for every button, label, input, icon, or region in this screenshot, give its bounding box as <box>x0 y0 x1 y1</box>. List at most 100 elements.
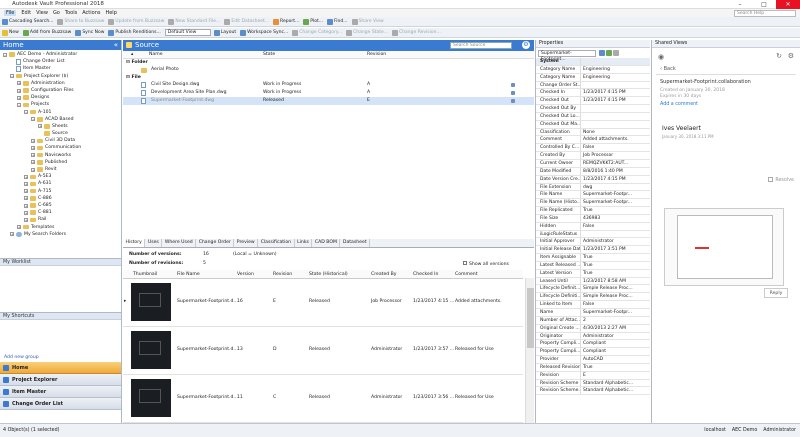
col-created-by[interactable]: Created By <box>371 270 397 279</box>
property-row[interactable]: Released Revision True <box>536 363 650 372</box>
collapse-node-icon[interactable]: − <box>31 117 35 122</box>
edit-datasheet-button[interactable]: Edit Datasheet... <box>224 18 269 25</box>
history-row[interactable]: Supermarket-Footprint.d... 13 D Released Adm… <box>123 327 523 375</box>
properties-options-icon[interactable] <box>613 50 619 56</box>
expand-node-icon[interactable]: + <box>38 124 42 129</box>
col-thumbnail[interactable]: Thumbnail <box>133 270 157 279</box>
property-row[interactable]: Number of Attac... 2 <box>536 316 650 325</box>
property-row[interactable]: Leased Until 1/23/2017 8:58 AM <box>536 277 650 286</box>
tree-item-aec-demo-administrator[interactable]: − AEC Demo - Administrator <box>0 51 121 58</box>
tree-item-item-master[interactable]: Item Master <box>0 65 121 72</box>
source-search-input[interactable]: Search Source <box>450 42 512 49</box>
collapse-node-icon[interactable]: − <box>24 110 28 115</box>
collapse-node-icon[interactable]: − <box>3 52 7 57</box>
col-version[interactable]: Version <box>237 270 254 279</box>
history-scrollbar[interactable] <box>525 278 534 423</box>
find-button[interactable]: Find... <box>327 18 348 25</box>
expand-node-icon[interactable]: + <box>17 95 21 100</box>
nav-project-explorer[interactable]: Project Explorer <box>0 374 121 386</box>
shared-view-file[interactable]: Supermarket-Footprint.collaboration <box>660 79 792 85</box>
edit-properties-icon[interactable] <box>599 50 605 56</box>
tab-preview[interactable]: Preview <box>234 239 259 247</box>
property-row[interactable]: File Name (Histo... Supermarket-Footpr... <box>536 199 650 208</box>
property-row[interactable]: Comment Added attachments. <box>536 136 650 145</box>
expand-node-icon[interactable]: + <box>17 88 21 93</box>
property-row[interactable]: Initial Approver Administrator <box>536 238 650 247</box>
property-row[interactable]: Latest Released ... True <box>536 261 650 270</box>
tree-item-acad-based[interactable]: − ACAD Based <box>0 116 121 123</box>
reply-button[interactable]: Reply <box>764 288 788 298</box>
expand-node-icon[interactable]: + <box>31 146 35 151</box>
menu-view[interactable]: View <box>36 10 48 16</box>
tree-item-a-715[interactable]: + A-715 <box>0 188 121 195</box>
share-to-buzzsaw-button[interactable]: Share to Buzzsaw <box>57 18 104 25</box>
expand-node-icon[interactable]: + <box>31 167 35 172</box>
property-row[interactable]: Checked In 1/23/2017 4:15 PM <box>536 89 650 98</box>
tab-links[interactable]: Links <box>295 239 313 247</box>
property-row[interactable]: File Extension dwg <box>536 183 650 192</box>
menu-file[interactable]: File <box>4 10 17 16</box>
history-row[interactable]: Supermarket-Footprint.d... 16 E Released Job… <box>123 279 523 327</box>
tree-item-civil-3d-data[interactable]: + Civil 3D Data <box>0 137 121 144</box>
tree-item-navisworks[interactable]: + Navisworks <box>0 152 121 159</box>
tree-item-configuration-files[interactable]: + Configuration Files <box>0 87 121 94</box>
nav-change-order-list[interactable]: Change Order List <box>0 398 121 410</box>
property-row[interactable]: Controlled By C... False <box>536 144 650 153</box>
tree-item-templates[interactable]: + Templates <box>0 224 121 231</box>
menu-edit[interactable]: Edit <box>21 10 31 16</box>
property-row[interactable]: File Name Supermarket-Footpr... <box>536 191 650 200</box>
tab-datasheet[interactable]: Datasheet <box>340 239 371 247</box>
col-rev[interactable]: Revision <box>273 270 292 279</box>
property-row[interactable]: Name Supermarket-Footpr... <box>536 309 650 317</box>
expand-node-icon[interactable]: + <box>10 232 14 237</box>
property-row[interactable]: Date Version Cre... 1/23/2017 4:15 PM <box>536 175 650 184</box>
property-row[interactable]: Originator Administrator <box>536 332 650 341</box>
tree-item-published[interactable]: + Published <box>0 159 121 166</box>
search-help-input[interactable]: Search Help <box>734 10 796 17</box>
property-row[interactable]: Revision Scheme... Standard Alphabetic... <box>536 387 650 396</box>
nav-item-master[interactable]: Item Master <box>0 386 121 398</box>
resolve-checkbox[interactable] <box>768 177 774 182</box>
tree-item-revit[interactable]: + Revit <box>0 166 121 173</box>
expand-node-icon[interactable]: + <box>31 138 35 143</box>
properties-object-select[interactable]: Supermarket-Footprint... <box>538 49 596 62</box>
history-row[interactable]: Supermarket-Footprint.d... 11 C Released Adm… <box>123 375 523 423</box>
property-row[interactable]: File Replicated True <box>536 207 650 215</box>
menu-tools[interactable]: Tools <box>65 10 77 16</box>
collapse-node-icon[interactable]: − <box>10 74 14 79</box>
publish-renditions-button[interactable]: Publish Renditions... <box>108 29 161 36</box>
tree-item-source[interactable]: Source <box>0 130 121 137</box>
tree-item-rail[interactable]: + Rail <box>0 216 121 223</box>
folder-row[interactable]: Aerial Photo <box>123 66 534 74</box>
tree-item-change-order-list[interactable]: Change Order List <box>0 58 121 65</box>
tab-uses[interactable]: Uses <box>145 239 163 247</box>
property-row[interactable]: Provider AutoCAD <box>536 356 650 364</box>
tree-item-c-886[interactable]: + C-886 <box>0 195 121 202</box>
tree-item-my-search-folders[interactable]: + My Search Folders <box>0 231 121 238</box>
property-row[interactable]: Checked Out 1/23/2017 4:15 PM <box>536 97 650 106</box>
property-row[interactable]: Item Assignable True <box>536 254 650 262</box>
tab-where-used[interactable]: Where Used <box>162 239 197 247</box>
change-state-button[interactable]: Change State... <box>346 29 388 36</box>
expand-node-icon[interactable]: + <box>24 203 28 208</box>
property-row[interactable]: Lifecycle Definit... Simple Release Proc.… <box>536 285 650 294</box>
tree-item-c-881[interactable]: + C-881 <box>0 209 121 216</box>
expand-node-icon[interactable]: + <box>31 153 35 158</box>
change-revision-button[interactable]: Change Revision... <box>392 29 441 36</box>
property-row[interactable]: Linked to Item False <box>536 301 650 309</box>
show-all-checkbox[interactable] <box>463 261 467 265</box>
expand-node-icon[interactable]: + <box>24 196 28 201</box>
tree-item-a-631[interactable]: + A-631 <box>0 180 121 187</box>
collapse-node-icon[interactable]: − <box>17 102 21 107</box>
expand-node-icon[interactable]: + <box>24 217 28 222</box>
property-row[interactable]: Created By Job Processor <box>536 152 650 160</box>
workspace-sync-button[interactable]: Workspace Sync... <box>240 29 288 36</box>
maximize-icon[interactable]: □ <box>752 0 776 9</box>
tree-item-project-explorer[interactable]: − Project Explorer ($) <box>0 73 121 80</box>
property-row[interactable]: Current Owner REMQZVKKT2:AUT... <box>536 159 650 168</box>
property-row[interactable]: Classification None <box>536 128 650 137</box>
col-comment[interactable]: Comment <box>455 270 478 279</box>
search-options-icon[interactable]: ⚙ <box>522 41 530 49</box>
tab-history[interactable]: History <box>123 239 146 247</box>
expand-node-icon[interactable]: + <box>31 160 35 165</box>
